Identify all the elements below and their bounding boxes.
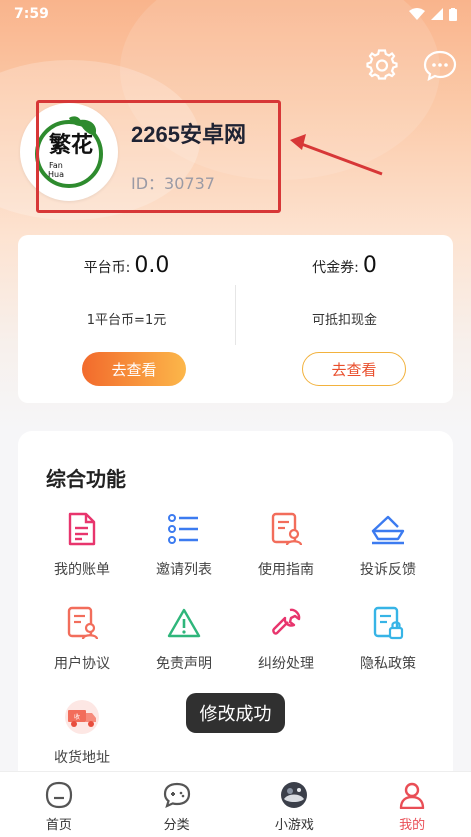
wifi-icon [409,8,425,20]
wrench-icon [266,603,306,643]
status-time: 7:59 [14,6,49,22]
annotation-arrow-icon [290,134,383,176]
functions-title: 综合功能 [46,467,126,491]
menu-item-privacy-policy[interactable]: 隐私政策 [338,603,438,683]
menu-item-my-bill[interactable]: 我的账单 [32,509,132,589]
platform-coin-value: 0.0 [134,253,170,278]
feedback-icon [368,509,408,549]
privacy-icon [368,603,408,643]
tab-category[interactable]: 分类 [118,772,236,837]
settings-button[interactable] [365,48,399,82]
tab-label: 我的 [399,818,426,833]
wallet-card: 平台币: 0.0 1平台币=1元 去查看 代金券: 0 可抵扣现金 去查看 [18,235,453,403]
header-actions [365,48,457,82]
bottom-tab-bar: 首页 分类 小游戏 我的 [0,771,471,837]
menu-item-label: 邀请列表 [156,562,212,578]
gear-icon [366,49,398,80]
agreement-icon [62,603,102,643]
delivery-truck-icon: 收 [62,697,102,737]
list-icon [164,509,204,549]
functions-card: 综合功能 我的账单 邀请列表 使用指南 投诉反馈 用户协议 免责声明 纠纷处理 … [18,431,453,791]
warning-icon [164,603,204,643]
menu-item-disclaimer[interactable]: 免责声明 [134,603,234,683]
tab-home[interactable]: 首页 [0,772,118,837]
menu-item-label: 我的账单 [54,562,110,578]
voucher-balance: 代金券: 0 [236,253,453,278]
messages-button[interactable] [423,48,457,82]
bill-icon [62,509,102,549]
home-icon [44,780,74,810]
menu-item-label: 用户协议 [54,656,110,672]
view-platform-coin-button[interactable]: 去查看 [82,352,186,386]
view-voucher-button[interactable]: 去查看 [302,352,406,386]
menu-item-label: 收货地址 [54,750,110,766]
mini-game-icon [279,780,309,810]
menu-item-invite-list[interactable]: 邀请列表 [134,509,234,589]
status-bar: 7:59 [0,0,471,28]
menu-item-user-guide[interactable]: 使用指南 [236,509,336,589]
status-icons [409,7,457,21]
tab-mini-game[interactable]: 小游戏 [236,772,354,837]
menu-item-label: 纠纷处理 [258,656,314,672]
menu-item-label: 投诉反馈 [360,562,416,578]
profile-highlight-box [36,100,281,213]
voucher-value: 0 [362,253,377,278]
menu-item-delivery-address[interactable]: 收 收货地址 [32,697,132,777]
platform-coin-label: 平台币: [83,260,131,276]
svg-text:收: 收 [74,713,80,721]
chat-bubble-icon [423,50,457,81]
platform-coin-rate: 1平台币=1元 [86,313,167,328]
menu-item-dispute-handling[interactable]: 纠纷处理 [236,603,336,683]
tab-label: 首页 [45,818,72,833]
menu-item-label: 使用指南 [258,562,314,578]
menu-item-complaint-feedback[interactable]: 投诉反馈 [338,509,438,589]
platform-coin-balance: 平台币: 0.0 [18,253,235,278]
tab-label: 小游戏 [274,818,314,833]
signal-icon [431,8,443,20]
menu-item-label: 隐私政策 [360,656,416,672]
category-icon [162,780,192,810]
profile-icon [397,780,427,810]
platform-coin-panel: 平台币: 0.0 1平台币=1元 去查看 [18,235,235,403]
voucher-panel: 代金券: 0 可抵扣现金 去查看 [236,235,453,403]
battery-icon [449,7,457,21]
voucher-description: 可抵扣现金 [311,313,377,328]
menu-item-user-agreement[interactable]: 用户协议 [32,603,132,683]
guide-icon [266,509,306,549]
tab-label: 分类 [163,818,190,833]
tab-my[interactable]: 我的 [353,772,471,837]
toast-message: 修改成功 [186,693,285,733]
menu-item-label: 免责声明 [156,656,212,672]
voucher-label: 代金券: [312,260,359,276]
